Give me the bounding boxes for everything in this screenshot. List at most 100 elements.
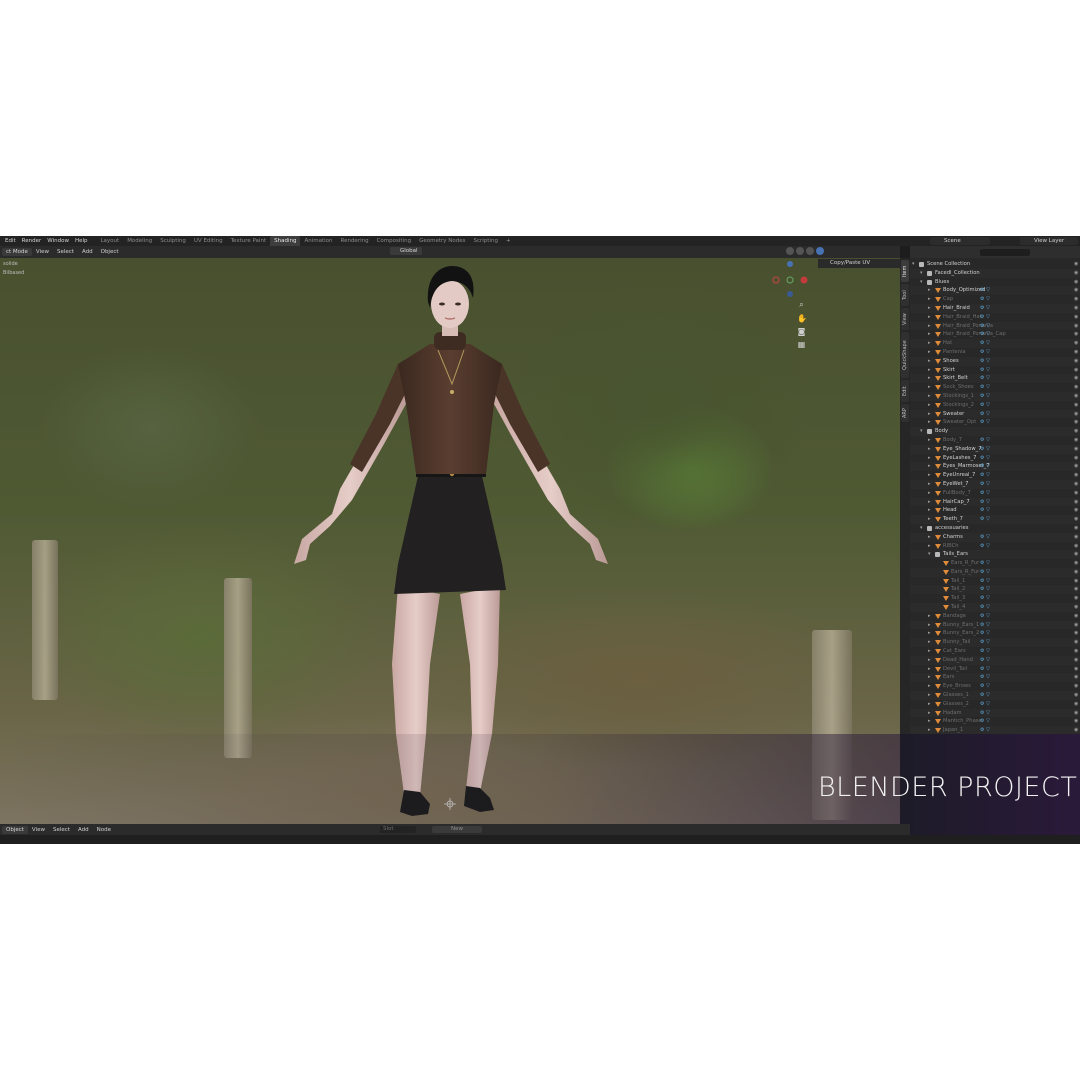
outliner-row[interactable]: ▸ Shoes ⚙ ▽ ◉ xyxy=(910,356,1080,366)
expand-arrow-icon[interactable]: ▸ xyxy=(928,673,931,682)
eye-icon[interactable]: ◉ xyxy=(1074,383,1078,392)
mode-dropdown[interactable]: ct Mode xyxy=(2,248,32,256)
tab-scripting[interactable]: Scripting xyxy=(469,236,501,246)
eye-icon[interactable]: ◉ xyxy=(1074,427,1078,436)
expand-arrow-icon[interactable]: ▸ xyxy=(928,665,931,674)
node-menu-select[interactable]: Select xyxy=(49,827,74,833)
outliner-row[interactable]: ▸ Mantich_Phase ⚙ ▽ ◉ xyxy=(910,717,1080,726)
wireframe-shading-button[interactable] xyxy=(786,247,794,255)
tab-texture-paint[interactable]: Texture Paint xyxy=(227,236,271,246)
viewport-menu-object[interactable]: Object xyxy=(97,249,123,255)
solid-shading-button[interactable] xyxy=(796,247,804,255)
orientation-dropdown[interactable]: Global xyxy=(390,247,422,255)
expand-arrow-icon[interactable]: ▸ xyxy=(928,357,931,366)
eye-icon[interactable]: ◉ xyxy=(1074,665,1078,674)
expand-arrow-icon[interactable]: ▸ xyxy=(928,682,931,691)
expand-arrow-icon[interactable]: ▸ xyxy=(928,410,931,419)
eye-icon[interactable]: ◉ xyxy=(1074,568,1078,577)
eye-icon[interactable]: ◉ xyxy=(1074,454,1078,463)
tab-rendering[interactable]: Rendering xyxy=(337,236,373,246)
tab-compositing[interactable]: Compositing xyxy=(373,236,415,246)
view-layer-field[interactable]: View Layer xyxy=(1020,237,1078,245)
outliner-row[interactable]: ▸ Pantenia ⚙ ▽ ◉ xyxy=(910,348,1080,357)
eye-icon[interactable]: ◉ xyxy=(1074,313,1078,322)
eye-icon[interactable]: ◉ xyxy=(1074,542,1078,551)
outliner-row[interactable]: ▸ Teeth_7 ⚙ ▽ ◉ xyxy=(910,515,1080,524)
outliner-row[interactable]: ▸ Head ⚙ ▽ ◉ xyxy=(910,506,1080,515)
sidebar-tab-view[interactable]: View xyxy=(901,308,909,330)
eye-icon[interactable]: ◉ xyxy=(1074,269,1078,278)
outliner-row[interactable]: ▾ Scene Collection ◉ xyxy=(910,260,1080,269)
outliner-search-field[interactable] xyxy=(980,248,1030,256)
outliner-row[interactable]: ▾ accessuaries ◉ xyxy=(910,524,1080,533)
sidebar-tab-quickshape[interactable]: QuickShape xyxy=(901,332,909,378)
expand-arrow-icon[interactable]: ▸ xyxy=(928,709,931,718)
eye-icon[interactable]: ◉ xyxy=(1074,322,1078,331)
eye-icon[interactable]: ◉ xyxy=(1074,506,1078,515)
outliner-row[interactable]: Tail_4 ⚙ ▽ ◉ xyxy=(910,603,1080,612)
node-menu-view[interactable]: View xyxy=(28,827,49,833)
eye-icon[interactable]: ◉ xyxy=(1074,480,1078,489)
outliner-row[interactable]: ▸ Dead_Hand ⚙ ▽ ◉ xyxy=(910,655,1080,665)
outliner-row[interactable]: ▸ Bunny_Ears_2 ⚙ ▽ ◉ xyxy=(910,629,1080,638)
expand-arrow-icon[interactable]: ▸ xyxy=(928,489,931,498)
outliner-row[interactable]: ▸ Hadam ⚙ ▽ ◉ xyxy=(910,708,1080,718)
slot-field[interactable]: Slot xyxy=(380,826,416,833)
eye-icon[interactable]: ◉ xyxy=(1074,550,1078,559)
expand-arrow-icon[interactable]: ▸ xyxy=(928,700,931,709)
view-layer-selector[interactable]: View Layer xyxy=(1020,236,1078,246)
expand-arrow-icon[interactable]: ▸ xyxy=(928,647,931,656)
expand-arrow-icon[interactable]: ▾ xyxy=(920,524,923,533)
sidebar-tab-arp[interactable]: ARP xyxy=(901,404,909,422)
outliner-row[interactable]: ▸ Glasses_1 ⚙ ▽ ◉ xyxy=(910,691,1080,700)
expand-arrow-icon[interactable]: ▸ xyxy=(928,638,931,647)
search-icon[interactable]: ⌕ xyxy=(797,300,806,309)
expand-arrow-icon[interactable]: ▸ xyxy=(928,454,931,463)
eye-icon[interactable]: ◉ xyxy=(1074,357,1078,366)
expand-arrow-icon[interactable]: ▸ xyxy=(928,498,931,507)
expand-arrow-icon[interactable]: ▸ xyxy=(928,366,931,375)
outliner-row[interactable]: ▸ Eyes_Marmoset_7 ⚙ ▽ ◉ xyxy=(910,462,1080,472)
orientation-selector[interactable]: Global xyxy=(388,247,422,255)
outliner-row[interactable]: ▸ Cat_Ears ⚙ ▽ ◉ xyxy=(910,647,1080,656)
outliner-row[interactable]: ▸ Cap ⚙ ▽ ◉ xyxy=(910,295,1080,304)
grid-icon[interactable]: ▦ xyxy=(797,340,806,349)
expand-arrow-icon[interactable]: ▸ xyxy=(928,401,931,410)
expand-arrow-icon[interactable]: ▸ xyxy=(928,392,931,401)
outliner-row[interactable]: ▸ Glasses_2 ⚙ ▽ ◉ xyxy=(910,700,1080,709)
outliner-row[interactable]: Tail_2 ⚙ ▽ ◉ xyxy=(910,585,1080,595)
viewport-menu-add[interactable]: Add xyxy=(78,249,97,255)
expand-arrow-icon[interactable]: ▸ xyxy=(928,330,931,339)
eye-icon[interactable]: ◉ xyxy=(1074,691,1078,700)
expand-arrow-icon[interactable]: ▸ xyxy=(928,304,931,313)
outliner-row[interactable]: ▸ Stockings_2 ⚙ ▽ ◉ xyxy=(910,401,1080,410)
outliner-row[interactable]: Tail_3 ⚙ ▽ ◉ xyxy=(910,594,1080,603)
outliner-row[interactable]: ▸ Hair_Braid_Ponania ⚙ ▽ ◉ xyxy=(910,321,1080,331)
viewport-menu-view[interactable]: View xyxy=(32,249,53,255)
eye-icon[interactable]: ◉ xyxy=(1074,445,1078,454)
expand-arrow-icon[interactable]: ▸ xyxy=(928,717,931,726)
outliner-row[interactable]: ▸ Stockings_1 ⚙ ▽ ◉ xyxy=(910,391,1080,401)
outliner-row[interactable]: ▾ Blues ◉ xyxy=(910,278,1080,287)
editor-mode-dropdown[interactable]: Object xyxy=(2,825,28,834)
expand-arrow-icon[interactable]: ▸ xyxy=(928,612,931,621)
outliner-row[interactable]: ▸ Hair_Braid_Hat ⚙ ▽ ◉ xyxy=(910,313,1080,322)
outliner-row[interactable]: ▸ Bunny_Tail ⚙ ▽ ◉ xyxy=(910,638,1080,648)
eye-icon[interactable]: ◉ xyxy=(1074,629,1078,638)
expand-arrow-icon[interactable]: ▸ xyxy=(928,374,931,383)
expand-arrow-icon[interactable]: ▸ xyxy=(928,542,931,551)
tab-geometry-nodes[interactable]: Geometry Nodes xyxy=(415,236,469,246)
outliner-row[interactable]: ▸ FullBody_7 ⚙ ▽ ◉ xyxy=(910,489,1080,498)
outliner-row[interactable]: Ears_R_Fur ⚙ ▽ ◉ xyxy=(910,567,1080,577)
eye-icon[interactable]: ◉ xyxy=(1074,656,1078,665)
expand-arrow-icon[interactable]: ▸ xyxy=(928,286,931,295)
expand-arrow-icon[interactable]: ▸ xyxy=(928,445,931,454)
eye-icon[interactable]: ◉ xyxy=(1074,418,1078,427)
eye-icon[interactable]: ◉ xyxy=(1074,585,1078,594)
eye-icon[interactable]: ◉ xyxy=(1074,339,1078,348)
eye-icon[interactable]: ◉ xyxy=(1074,577,1078,586)
expand-arrow-icon[interactable]: ▸ xyxy=(928,480,931,489)
outliner-row[interactable]: ▸ Hair_Braid ⚙ ▽ ◉ xyxy=(910,303,1080,313)
expand-arrow-icon[interactable]: ▸ xyxy=(928,515,931,524)
outliner-row[interactable]: ▸ Eye_Shadow_7 ⚙ ▽ ◉ xyxy=(910,444,1080,454)
